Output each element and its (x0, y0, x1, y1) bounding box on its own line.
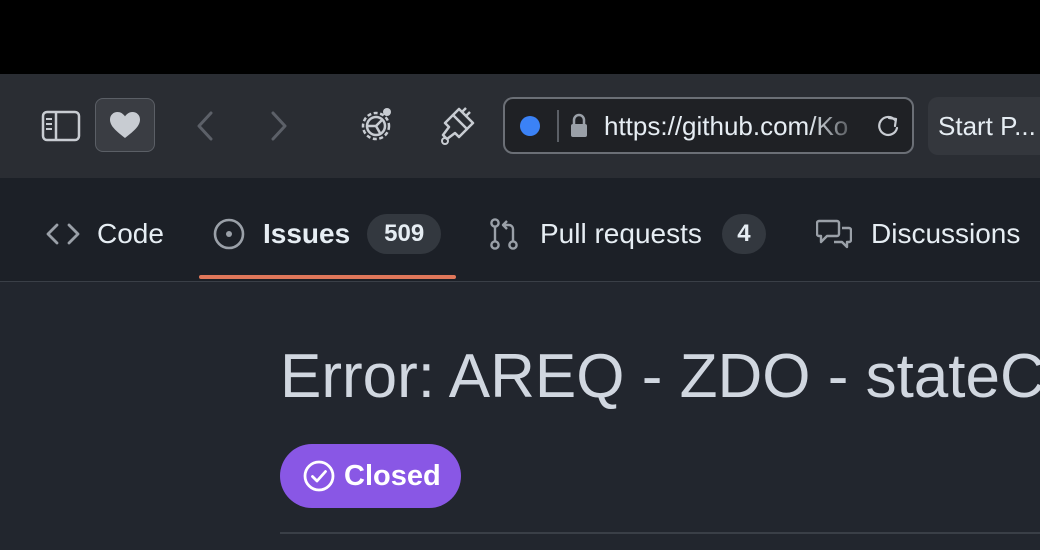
window-top-bar (0, 0, 1040, 74)
issue-opened-icon (213, 218, 245, 250)
tab-issues[interactable]: Issues 509 (212, 214, 442, 254)
back-icon[interactable] (192, 108, 220, 144)
tab-pull-requests[interactable]: Pull requests 4 (488, 214, 766, 254)
lock-icon (568, 112, 590, 140)
tab-discussions[interactable]: Discussions (816, 214, 1020, 254)
url-text[interactable]: https://github.com/Ko (604, 108, 866, 144)
tab-pull-requests-label: Pull requests (540, 218, 702, 249)
selected-tab-underline (199, 275, 456, 279)
sidebar-toggle-icon[interactable] (40, 108, 82, 144)
start-page-tab-label: Start P... (938, 111, 1036, 141)
issue-state-label: Closed (344, 459, 441, 492)
git-pull-request-icon (490, 218, 518, 250)
forward-icon[interactable] (264, 108, 292, 144)
favorites-button[interactable] (95, 98, 155, 152)
tab-code-label: Code (97, 218, 164, 249)
pull-requests-count-badge: 4 (721, 214, 766, 254)
extension-gear-icon[interactable] (355, 104, 397, 146)
site-indicator-dot (520, 116, 540, 136)
issue-state-badge: Closed (280, 444, 461, 508)
code-icon (46, 223, 80, 245)
tab-discussions-label: Discussions (871, 218, 1021, 249)
comment-discussion-icon (816, 219, 852, 249)
reload-icon[interactable] (874, 112, 902, 140)
tab-code[interactable]: Code (46, 214, 164, 254)
address-bar-divider (557, 110, 559, 142)
heart-icon (110, 112, 140, 138)
issue-title: Error: AREQ - ZDO - stateCh (280, 342, 1040, 411)
tab-issues-label: Issues (263, 218, 351, 249)
issues-count-badge: 509 (367, 214, 442, 254)
header-divider (280, 532, 1040, 534)
check-circle-icon (303, 460, 335, 492)
paintbrush-icon[interactable] (436, 104, 478, 148)
